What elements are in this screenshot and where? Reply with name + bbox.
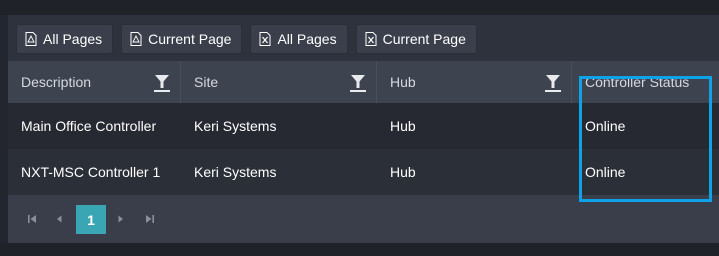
pdf-icon [130,32,142,46]
cell-controller-status: Online [585,118,626,134]
first-page-icon[interactable] [22,209,42,229]
export-excel-current-page-button[interactable]: Current Page [355,24,477,54]
filter-icon[interactable] [154,74,170,92]
column-header-controller-status[interactable]: Controller Status [572,61,719,103]
filter-icon[interactable] [350,74,366,92]
last-page-icon[interactable] [140,209,160,229]
cell-hub: Hub [390,118,416,134]
pdf-icon [25,32,37,46]
export-pdf-all-pages-label: All Pages [43,31,103,47]
table-row[interactable]: Main Office Controller Keri Systems Hub … [8,103,719,149]
export-excel-current-page-label: Current Page [382,31,466,47]
cell-site: Keri Systems [194,164,277,180]
filter-icon[interactable] [545,74,561,92]
cell-hub: Hub [390,164,416,180]
cell-description: Main Office Controller [21,118,157,134]
cell-site: Keri Systems [194,118,277,134]
cell-description: NXT-MSC Controller 1 [21,164,161,180]
page-number-current[interactable]: 1 [76,205,106,234]
export-toolbar: All Pages Current Page All Pages Current… [16,24,477,56]
column-header-hub[interactable]: Hub [377,61,572,103]
export-pdf-current-page-button[interactable]: Current Page [121,24,243,54]
next-page-icon[interactable] [111,209,131,229]
column-header-description[interactable]: Description [8,61,181,103]
column-header-site[interactable]: Site [181,61,377,103]
grid-panel: All Pages Current Page All Pages Current… [8,15,719,243]
excel-icon [259,32,271,46]
top-strip [0,0,719,15]
column-header-label: Controller Status [585,74,690,90]
export-pdf-all-pages-button[interactable]: All Pages [16,24,114,54]
bottom-strip [0,243,719,256]
column-header-label: Description [21,74,92,90]
grid-header: Description Site Hub Controller Status [8,61,719,103]
table-row[interactable]: NXT-MSC Controller 1 Keri Systems Hub On… [8,149,719,195]
export-excel-all-pages-label: All Pages [277,31,337,47]
column-header-label: Hub [390,74,416,90]
export-pdf-current-page-label: Current Page [148,31,232,47]
cell-controller-status: Online [585,164,626,180]
prev-page-icon[interactable] [49,209,69,229]
excel-icon [365,32,377,46]
pager: 1 [8,195,719,243]
column-header-label: Site [194,74,219,90]
controllers-grid: Description Site Hub Controller Status M… [8,61,719,195]
export-excel-all-pages-button[interactable]: All Pages [250,24,348,54]
